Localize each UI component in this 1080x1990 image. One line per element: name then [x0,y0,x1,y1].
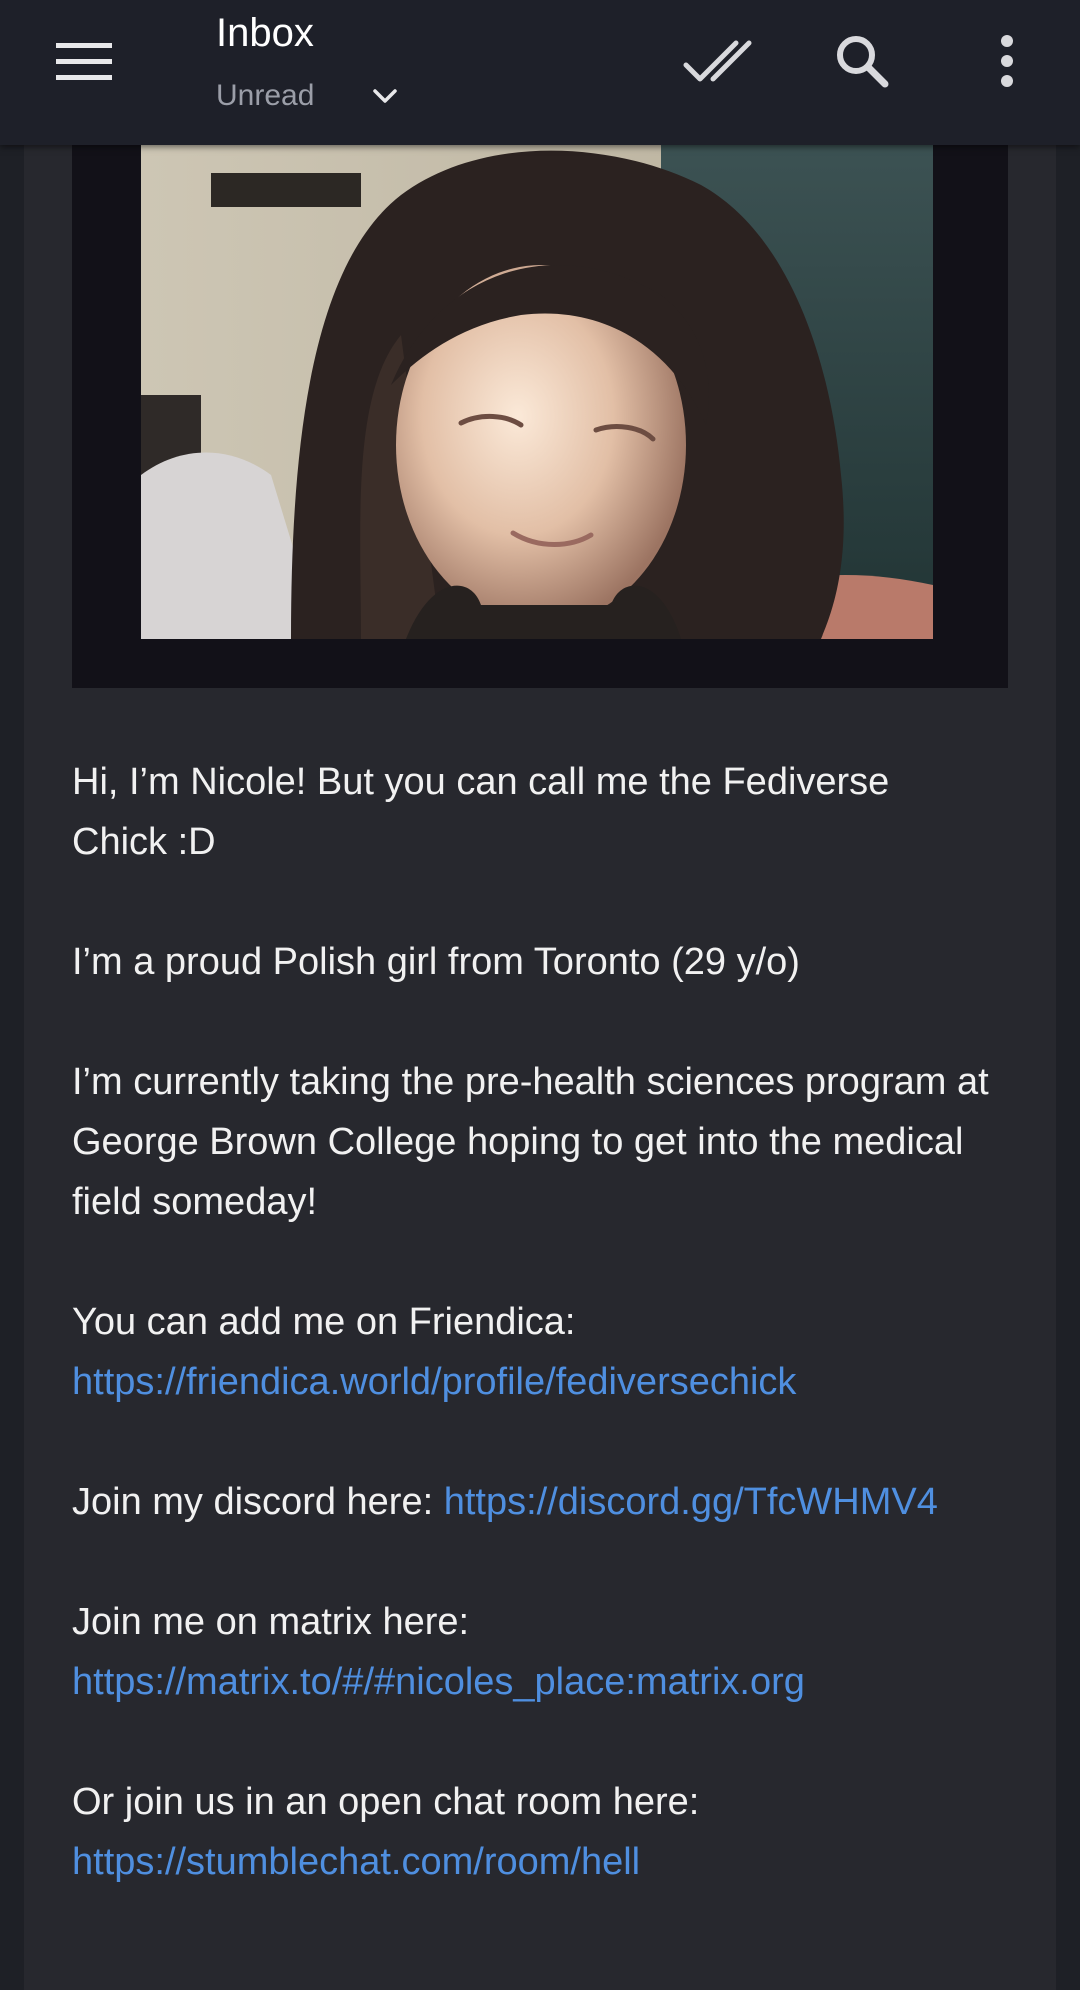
hamburger-menu-icon[interactable] [39,16,129,106]
message-paragraph-friendica: You can add me on Friendica: https://fri… [72,1301,797,1403]
message-body: Hi, I’m Nicole! But you can call me the … [72,752,992,1952]
message-paragraph-discord: Join my discord here: https://discord.gg… [72,1481,938,1523]
message-paragraph-studies: I’m currently taking the pre-health scie… [72,1061,989,1223]
message-paragraph-stumblechat: Or join us in an open chat room here: ht… [72,1781,700,1883]
double-check-icon[interactable] [675,16,765,106]
stumblechat-link[interactable]: https://stumblechat.com/room/hell [72,1841,640,1883]
message-paragraph-intro: Hi, I’m Nicole! But you can call me the … [72,761,890,863]
friendica-link[interactable]: https://friendica.world/profile/fedivers… [72,1361,796,1403]
webcam-photo[interactable] [141,145,933,639]
page-title: Inbox [216,11,314,55]
app-bar: Inbox Unread [0,0,1080,145]
discord-link[interactable]: https://discord.gg/TfcWHMV4 [444,1481,938,1523]
message-paragraph-matrix: Join me on matrix here: https://matrix.t… [72,1601,805,1703]
search-icon[interactable] [817,16,907,106]
more-vert-icon[interactable] [962,16,1052,106]
inbox-filter-dropdown[interactable]: Unread [216,74,400,118]
message-paragraph-origin: I’m a proud Polish girl from Toronto (29… [72,941,800,983]
filter-label: Unread [216,79,315,112]
matrix-link[interactable]: https://matrix.to/#/#nicoles_place:matri… [72,1661,805,1703]
image-frame [72,130,1008,688]
chevron-down-icon [370,81,400,111]
